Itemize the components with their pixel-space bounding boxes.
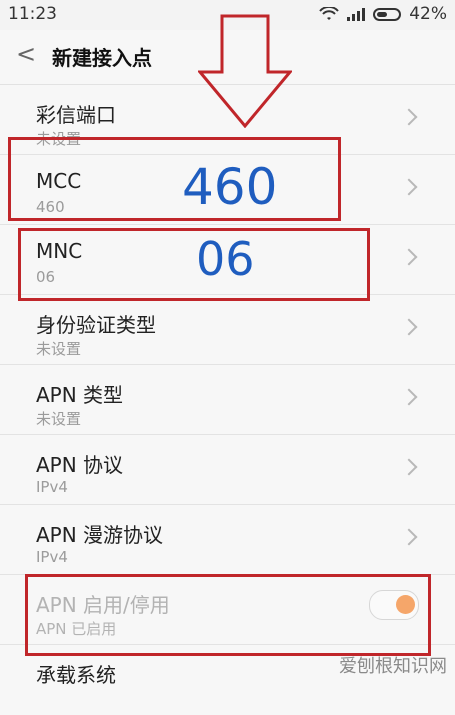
row-value: 未设置: [36, 340, 82, 358]
row-label: APN 漫游协议: [36, 523, 164, 547]
chevron-right-icon: [400, 178, 418, 196]
chevron-right-icon: [400, 458, 418, 476]
battery-icon: [373, 7, 402, 21]
list-item-apn-roaming-protocol[interactable]: APN 漫游协议 IPv4: [0, 505, 455, 575]
signal-icon: [347, 7, 366, 21]
chevron-right-icon: [400, 388, 418, 406]
battery-percent: 42%: [409, 4, 447, 24]
wifi-icon: [319, 7, 339, 20]
list-item-apn-protocol[interactable]: APN 协议 IPv4: [0, 435, 455, 505]
chevron-right-icon: [400, 248, 418, 266]
row-label: 彩信端口: [36, 103, 116, 127]
status-time: 11:23: [8, 4, 57, 24]
row-value: IPv4: [36, 548, 68, 566]
mcc-highlight-box: [8, 137, 341, 221]
row-label: APN 类型: [36, 383, 124, 407]
chevron-right-icon: [400, 108, 418, 126]
chevron-right-icon: [400, 318, 418, 336]
list-item-apn-type[interactable]: APN 类型 未设置: [0, 365, 455, 435]
mnc-callout-number: 06: [196, 232, 255, 286]
row-label: APN 协议: [36, 453, 124, 477]
row-label: 身份验证类型: [36, 313, 156, 337]
list-item-auth-type[interactable]: 身份验证类型 未设置: [0, 295, 455, 365]
back-icon[interactable]: <: [16, 40, 36, 68]
chevron-right-icon: [400, 528, 418, 546]
mnc-highlight-box: [18, 228, 370, 301]
page-title: 新建接入点: [52, 46, 152, 70]
down-arrow-icon: [198, 14, 292, 128]
row-value: 未设置: [36, 410, 82, 428]
row-value: IPv4: [36, 478, 68, 496]
apn-enable-highlight-box: [25, 574, 431, 656]
mcc-callout-number: 460: [182, 158, 278, 216]
watermark: 爱刨根知识网: [339, 656, 447, 677]
status-icons: 42%: [319, 4, 447, 24]
